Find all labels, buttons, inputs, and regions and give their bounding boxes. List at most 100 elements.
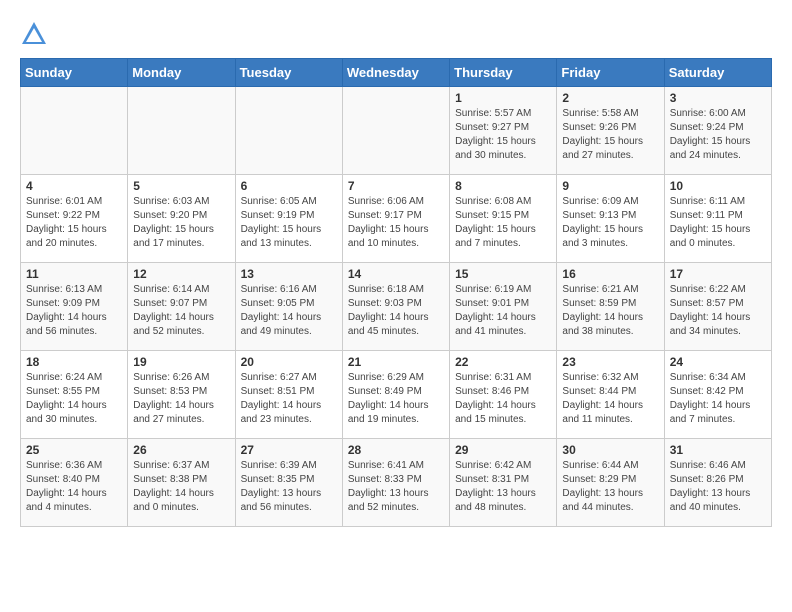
calendar-table: SundayMondayTuesdayWednesdayThursdayFrid… (20, 58, 772, 527)
col-header-thursday: Thursday (450, 59, 557, 87)
calendar-cell: 8Sunrise: 6:08 AM Sunset: 9:15 PM Daylig… (450, 175, 557, 263)
calendar-cell: 28Sunrise: 6:41 AM Sunset: 8:33 PM Dayli… (342, 439, 449, 527)
calendar-cell (21, 87, 128, 175)
day-number: 22 (455, 355, 551, 369)
calendar-cell: 6 Sunrise: 6:05 AM Sunset: 9:19 PM Daylig… (235, 175, 342, 263)
calendar-cell: 24 Sunrise: 6:34 AM Sunset: 8:42 PM Dayli… (664, 351, 771, 439)
day-info: Sunrise: 6:05 AM Sunset: 9:19 PM Dayligh… (241, 195, 337, 251)
day-number: 25 (26, 443, 122, 457)
day-info: Sunrise: 6:18 AM Sunset: 9:03 PM Dayligh… (348, 283, 444, 339)
day-info: Sunrise: 6:24 AM Sunset: 8:55 PM Dayligh… (26, 371, 122, 427)
day-number: 19 (133, 355, 229, 369)
calendar-cell: 16 Sunrise: 6:21 AM Sunset: 8:59 PM Dayli… (557, 263, 664, 351)
day-info: Sunrise: 6:00 AM Sunset: 9:24 PM Dayligh… (670, 107, 766, 163)
day-info: Sunrise: 6:14 AM Sunset: 9:07 PM Dayligh… (133, 283, 229, 339)
day-info: Sunrise: 6:13 AM Sunset: 9:09 PM Dayligh… (26, 283, 122, 339)
day-info: Sunrise: 6:42 AM Sunset: 8:31 PM Dayligh… (455, 459, 551, 515)
calendar-cell: 26 Sunrise: 6:37 AM Sunset: 8:38 PM Dayli… (128, 439, 235, 527)
calendar-cell: 30Sunrise: 6:44 AM Sunset: 8:29 PM Dayli… (557, 439, 664, 527)
day-info: Sunrise: 6:39 AM Sunset: 8:35 PM Dayligh… (241, 459, 337, 515)
day-number: 26 (133, 443, 229, 457)
col-header-sunday: Sunday (21, 59, 128, 87)
calendar-cell: 2Sunrise: 5:58 AM Sunset: 9:26 PM Daylig… (557, 87, 664, 175)
col-header-friday: Friday (557, 59, 664, 87)
col-header-monday: Monday (128, 59, 235, 87)
day-number: 27 (241, 443, 337, 457)
day-number: 16 (562, 267, 658, 281)
day-info: Sunrise: 6:34 AM Sunset: 8:42 PM Dayligh… (670, 371, 766, 427)
day-info: Sunrise: 6:19 AM Sunset: 9:01 PM Dayligh… (455, 283, 551, 339)
day-number: 7 (348, 179, 444, 193)
day-number: 23 (562, 355, 658, 369)
calendar-cell (235, 87, 342, 175)
day-number: 13 (241, 267, 337, 281)
day-number: 5 (133, 179, 229, 193)
calendar-cell: 14 Sunrise: 6:18 AM Sunset: 9:03 PM Dayli… (342, 263, 449, 351)
day-number: 3 (670, 91, 766, 105)
calendar-cell: 25 Sunrise: 6:36 AM Sunset: 8:40 PM Dayli… (21, 439, 128, 527)
week-row-3: 11 Sunrise: 6:13 AM Sunset: 9:09 PM Dayli… (21, 263, 772, 351)
week-row-4: 18 Sunrise: 6:24 AM Sunset: 8:55 PM Dayli… (21, 351, 772, 439)
day-info: Sunrise: 6:26 AM Sunset: 8:53 PM Dayligh… (133, 371, 229, 427)
logo-icon (20, 20, 48, 48)
day-info: Sunrise: 6:37 AM Sunset: 8:38 PM Dayligh… (133, 459, 229, 515)
day-number: 24 (670, 355, 766, 369)
calendar-cell: 19 Sunrise: 6:26 AM Sunset: 8:53 PM Dayli… (128, 351, 235, 439)
day-number: 31 (670, 443, 766, 457)
calendar-cell: 21Sunrise: 6:29 AM Sunset: 8:49 PM Dayli… (342, 351, 449, 439)
day-number: 10 (670, 179, 766, 193)
calendar-cell: 17Sunrise: 6:22 AM Sunset: 8:57 PM Dayli… (664, 263, 771, 351)
day-info: Sunrise: 6:09 AM Sunset: 9:13 PM Dayligh… (562, 195, 658, 251)
calendar-cell: 22 Sunrise: 6:31 AM Sunset: 8:46 PM Dayli… (450, 351, 557, 439)
day-info: Sunrise: 6:06 AM Sunset: 9:17 PM Dayligh… (348, 195, 444, 251)
day-info: Sunrise: 6:27 AM Sunset: 8:51 PM Dayligh… (241, 371, 337, 427)
calendar-cell: 1Sunrise: 5:57 AM Sunset: 9:27 PM Daylig… (450, 87, 557, 175)
calendar-cell: 10Sunrise: 6:11 AM Sunset: 9:11 PM Dayli… (664, 175, 771, 263)
page-header (20, 20, 772, 48)
day-number: 29 (455, 443, 551, 457)
day-info: Sunrise: 6:36 AM Sunset: 8:40 PM Dayligh… (26, 459, 122, 515)
day-info: Sunrise: 6:01 AM Sunset: 9:22 PM Dayligh… (26, 195, 122, 251)
day-info: Sunrise: 5:58 AM Sunset: 9:26 PM Dayligh… (562, 107, 658, 163)
day-number: 21 (348, 355, 444, 369)
day-number: 11 (26, 267, 122, 281)
day-info: Sunrise: 6:46 AM Sunset: 8:26 PM Dayligh… (670, 459, 766, 515)
calendar-cell (128, 87, 235, 175)
logo (20, 20, 52, 48)
calendar-cell: 13 Sunrise: 6:16 AM Sunset: 9:05 PM Dayli… (235, 263, 342, 351)
calendar-cell: 23Sunrise: 6:32 AM Sunset: 8:44 PM Dayli… (557, 351, 664, 439)
day-number: 6 (241, 179, 337, 193)
calendar-cell: 15 Sunrise: 6:19 AM Sunset: 9:01 PM Dayli… (450, 263, 557, 351)
col-header-saturday: Saturday (664, 59, 771, 87)
day-number: 18 (26, 355, 122, 369)
calendar-cell: 20 Sunrise: 6:27 AM Sunset: 8:51 PM Dayli… (235, 351, 342, 439)
calendar-cell (342, 87, 449, 175)
calendar-cell: 11 Sunrise: 6:13 AM Sunset: 9:09 PM Dayli… (21, 263, 128, 351)
day-number: 20 (241, 355, 337, 369)
day-number: 15 (455, 267, 551, 281)
calendar-cell: 31 Sunrise: 6:46 AM Sunset: 8:26 PM Dayli… (664, 439, 771, 527)
day-info: Sunrise: 6:08 AM Sunset: 9:15 PM Dayligh… (455, 195, 551, 251)
calendar-cell: 29 Sunrise: 6:42 AM Sunset: 8:31 PM Dayli… (450, 439, 557, 527)
day-info: Sunrise: 6:41 AM Sunset: 8:33 PM Dayligh… (348, 459, 444, 515)
calendar-cell: 9 Sunrise: 6:09 AM Sunset: 9:13 PM Daylig… (557, 175, 664, 263)
day-number: 1 (455, 91, 551, 105)
day-number: 4 (26, 179, 122, 193)
calendar-cell: 4 Sunrise: 6:01 AM Sunset: 9:22 PM Daylig… (21, 175, 128, 263)
calendar-cell: 7 Sunrise: 6:06 AM Sunset: 9:17 PM Daylig… (342, 175, 449, 263)
day-info: Sunrise: 6:21 AM Sunset: 8:59 PM Dayligh… (562, 283, 658, 339)
calendar-cell: 5 Sunrise: 6:03 AM Sunset: 9:20 PM Daylig… (128, 175, 235, 263)
day-number: 14 (348, 267, 444, 281)
day-info: Sunrise: 6:31 AM Sunset: 8:46 PM Dayligh… (455, 371, 551, 427)
day-info: Sunrise: 6:03 AM Sunset: 9:20 PM Dayligh… (133, 195, 229, 251)
header-row: SundayMondayTuesdayWednesdayThursdayFrid… (21, 59, 772, 87)
day-info: Sunrise: 6:22 AM Sunset: 8:57 PM Dayligh… (670, 283, 766, 339)
col-header-tuesday: Tuesday (235, 59, 342, 87)
col-header-wednesday: Wednesday (342, 59, 449, 87)
calendar-cell: 3 Sunrise: 6:00 AM Sunset: 9:24 PM Daylig… (664, 87, 771, 175)
day-number: 9 (562, 179, 658, 193)
week-row-2: 4 Sunrise: 6:01 AM Sunset: 9:22 PM Daylig… (21, 175, 772, 263)
day-number: 30 (562, 443, 658, 457)
day-info: Sunrise: 6:16 AM Sunset: 9:05 PM Dayligh… (241, 283, 337, 339)
calendar-cell: 18 Sunrise: 6:24 AM Sunset: 8:55 PM Dayli… (21, 351, 128, 439)
